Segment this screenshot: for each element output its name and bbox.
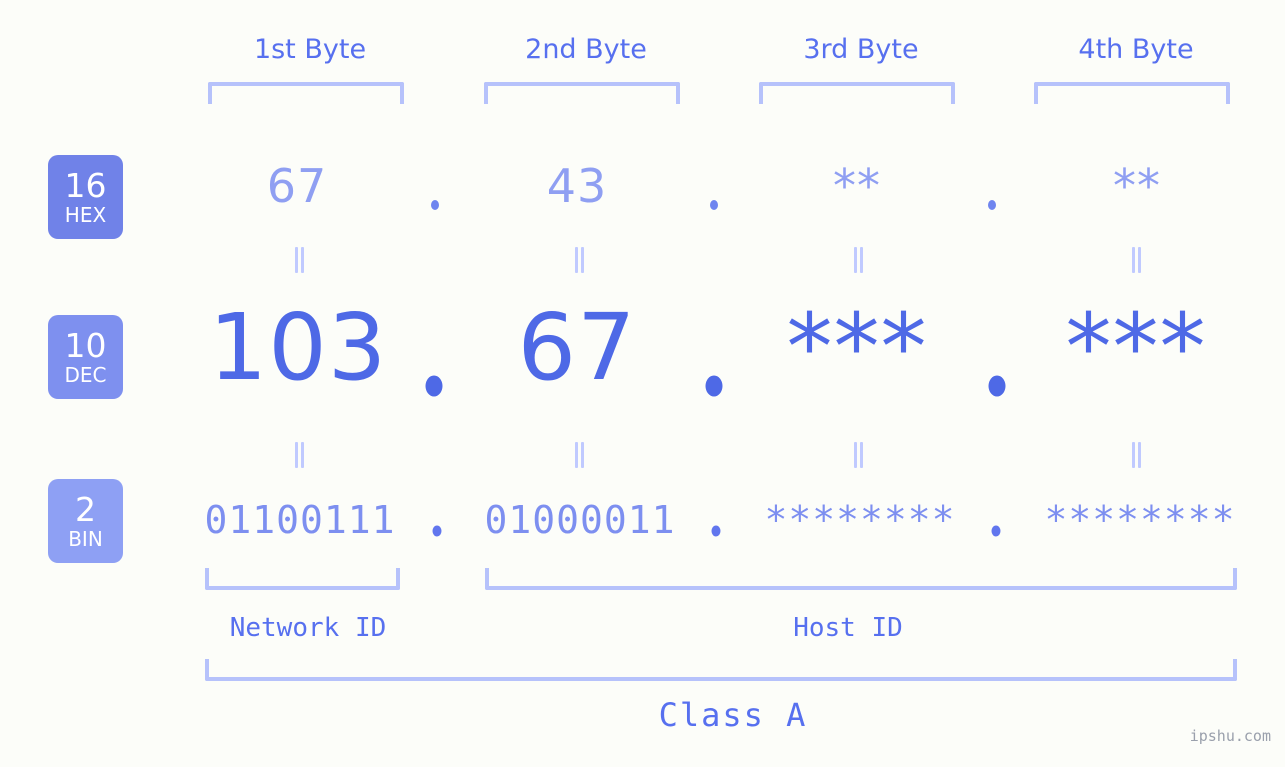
equals-separator-dec-bin-3 bbox=[854, 442, 863, 468]
class-label: Class A bbox=[658, 696, 808, 734]
host-id-label: Host ID bbox=[793, 613, 903, 643]
equals-separator-hex-dec-1 bbox=[295, 247, 304, 273]
hex-separator-dot-2 bbox=[710, 200, 718, 210]
network-id-bracket bbox=[205, 568, 400, 590]
byte-header-4: 4th Byte bbox=[1078, 34, 1194, 65]
base-badge-hex-label: HEX bbox=[64, 203, 107, 227]
dec-separator-dot-3 bbox=[988, 375, 1006, 397]
equals-separator-hex-dec-4 bbox=[1132, 247, 1141, 273]
equals-separator-dec-bin-2 bbox=[575, 442, 584, 468]
bin-byte-1: 01100111 bbox=[204, 498, 396, 542]
bin-byte-2: 01000011 bbox=[484, 498, 676, 542]
dec-byte-4: *** bbox=[1065, 294, 1207, 401]
dec-byte-3: *** bbox=[786, 294, 928, 401]
bin-separator-dot-3 bbox=[991, 525, 1001, 537]
ip-byte-breakdown-diagram: 1st Byte 2nd Byte 3rd Byte 4th Byte 16 H… bbox=[0, 0, 1285, 767]
byte-header-3: 3rd Byte bbox=[803, 34, 919, 65]
dec-separator-dot-2 bbox=[705, 375, 723, 397]
network-id-label: Network ID bbox=[229, 613, 387, 643]
hex-byte-3: ** bbox=[833, 159, 881, 213]
bin-separator-dot-1 bbox=[432, 525, 442, 537]
dec-byte-1: 103 bbox=[208, 294, 388, 401]
base-badge-dec-label: DEC bbox=[64, 363, 107, 387]
bin-separator-dot-2 bbox=[711, 525, 721, 537]
watermark: ipshu.com bbox=[1189, 727, 1271, 745]
bin-byte-4: ******** bbox=[1044, 498, 1236, 542]
byte-bracket-2 bbox=[484, 82, 680, 104]
hex-byte-4: ** bbox=[1113, 159, 1161, 213]
hex-byte-1: 67 bbox=[266, 159, 328, 213]
base-badge-hex[interactable]: 16 HEX bbox=[48, 155, 123, 239]
equals-separator-hex-dec-2 bbox=[575, 247, 584, 273]
base-badge-bin-number: 2 bbox=[75, 490, 96, 529]
hex-byte-2: 43 bbox=[546, 159, 608, 213]
dec-byte-2: 67 bbox=[517, 294, 637, 401]
equals-separator-hex-dec-3 bbox=[854, 247, 863, 273]
equals-separator-dec-bin-4 bbox=[1132, 442, 1141, 468]
byte-bracket-3 bbox=[759, 82, 955, 104]
byte-bracket-4 bbox=[1034, 82, 1230, 104]
dec-separator-dot-1 bbox=[425, 375, 443, 397]
base-badge-bin[interactable]: 2 BIN bbox=[48, 479, 123, 563]
base-badge-hex-number: 16 bbox=[64, 166, 107, 205]
host-id-bracket bbox=[485, 568, 1237, 590]
hex-separator-dot-1 bbox=[431, 200, 439, 210]
byte-bracket-1 bbox=[208, 82, 404, 104]
base-badge-dec-number: 10 bbox=[64, 326, 107, 365]
byte-header-1: 1st Byte bbox=[253, 34, 367, 65]
equals-separator-dec-bin-1 bbox=[295, 442, 304, 468]
base-badge-dec[interactable]: 10 DEC bbox=[48, 315, 123, 399]
bin-byte-3: ******** bbox=[764, 498, 956, 542]
base-badge-bin-label: BIN bbox=[68, 527, 103, 551]
hex-separator-dot-3 bbox=[988, 200, 996, 210]
byte-header-2: 2nd Byte bbox=[525, 34, 647, 65]
class-bracket bbox=[205, 659, 1237, 681]
